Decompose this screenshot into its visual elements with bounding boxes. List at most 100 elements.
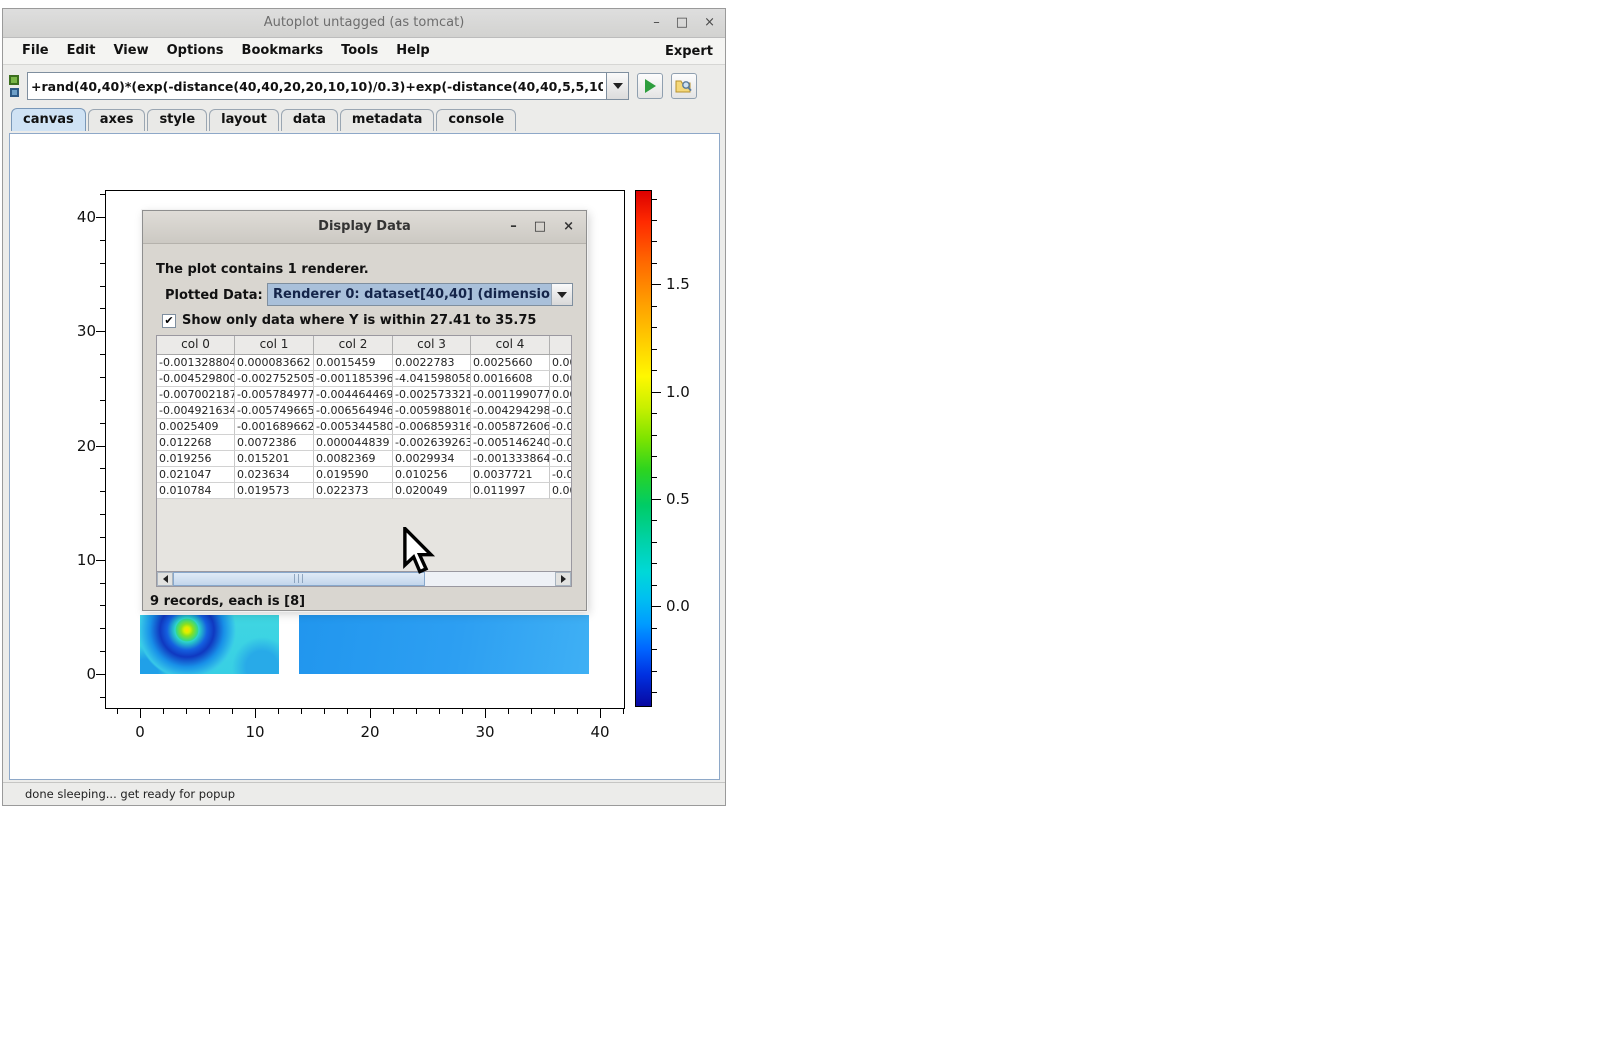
table-cell[interactable]: -0.0 (550, 467, 571, 483)
inspect-button[interactable] (671, 73, 697, 99)
y-filter-checkbox[interactable]: ✔ (162, 314, 176, 328)
colorbar-tick-label: 1.5 (666, 275, 690, 293)
table-cell[interactable]: -0.005784977... (235, 387, 314, 403)
dialog-close-icon[interactable]: × (563, 211, 574, 243)
table-cell[interactable]: 0.019573 (235, 483, 314, 499)
table-cell[interactable]: 0.021047 (157, 467, 235, 483)
table-cell[interactable]: 0.023634 (235, 467, 314, 483)
table-cell[interactable]: -0.007002187... (157, 387, 235, 403)
table-cell[interactable]: -0.004529800... (157, 371, 235, 387)
table-cell[interactable]: -0.0 (550, 403, 571, 419)
table-cell[interactable]: -0.0 (550, 419, 571, 435)
table-cell[interactable]: -0.002639263... (393, 435, 471, 451)
table-cell[interactable]: 0.020049 (393, 483, 471, 499)
uri-input[interactable] (27, 72, 607, 100)
tab-canvas[interactable]: canvas (11, 108, 86, 131)
table-cell[interactable]: -0.004294298... (471, 403, 550, 419)
table-cell[interactable]: 0.010256 (393, 467, 471, 483)
axis-tick (100, 605, 105, 606)
go-button[interactable] (637, 73, 663, 99)
menu-view[interactable]: View (104, 38, 157, 64)
scroll-left-button[interactable] (157, 572, 173, 586)
table-cell[interactable]: 0.0015459 (314, 355, 393, 371)
minimize-icon[interactable]: – (653, 9, 660, 37)
table-cell[interactable]: -0.001689662... (235, 419, 314, 435)
column-header[interactable] (550, 336, 571, 354)
table-cell[interactable]: 0.0022783 (393, 355, 471, 371)
tab-layout[interactable]: layout (209, 109, 279, 131)
table-cell[interactable]: 0.0037721 (471, 467, 550, 483)
table-cell[interactable]: -0.005872606... (471, 419, 550, 435)
status-bar: done sleeping... get ready for popup (3, 782, 725, 805)
table-cell[interactable]: -0.005749665... (235, 403, 314, 419)
table-cell[interactable]: 0.000044839 (314, 435, 393, 451)
menu-file[interactable]: File (13, 38, 58, 64)
table-cell[interactable]: 0.00 (550, 387, 571, 403)
window-titlebar[interactable]: Autoplot untagged (as tomcat) – □ × (3, 9, 725, 38)
table-cell[interactable]: -0.006859316... (393, 419, 471, 435)
table-cell[interactable]: -0.0 (550, 451, 571, 467)
menu-options[interactable]: Options (158, 38, 233, 64)
table-cell[interactable]: 0.019256 (157, 451, 235, 467)
expert-label[interactable]: Expert (665, 44, 713, 59)
scroll-right-button[interactable] (555, 572, 571, 586)
table-cell[interactable]: 0.00 (550, 371, 571, 387)
dialog-titlebar[interactable]: Display Data – □ × (143, 211, 586, 244)
table-cell[interactable]: -0.005146240... (471, 435, 550, 451)
column-header[interactable]: col 1 (235, 336, 314, 354)
uri-dropdown-button[interactable] (607, 72, 629, 100)
dialog-maximize-icon[interactable]: □ (534, 211, 546, 243)
table-cell[interactable]: 0.0029934 (393, 451, 471, 467)
table-cell[interactable]: 0.00 (550, 483, 571, 499)
table-cell[interactable]: -4.041598058... (393, 371, 471, 387)
table-cell[interactable]: -0.002573321... (393, 387, 471, 403)
plotted-data-dropdown-button[interactable] (551, 284, 572, 305)
column-header[interactable]: col 4 (471, 336, 550, 354)
table-cell[interactable]: 0.000083662 (235, 355, 314, 371)
table-cell[interactable]: 0.0025660 (471, 355, 550, 371)
table-cell[interactable]: 0.0072386 (235, 435, 314, 451)
column-header[interactable]: col 3 (393, 336, 471, 354)
table-cell[interactable]: -0.001333864... (471, 451, 550, 467)
tab-metadata[interactable]: metadata (340, 109, 434, 131)
table-cell[interactable]: 0.019590 (314, 467, 393, 483)
horizontal-scrollbar[interactable]: ||| (157, 571, 571, 586)
menu-bookmarks[interactable]: Bookmarks (233, 38, 333, 64)
table-cell[interactable]: 0.0025409 (157, 419, 235, 435)
table-cell[interactable]: 0.00 (550, 355, 571, 371)
tab-style[interactable]: style (147, 109, 207, 131)
table-cell[interactable]: 0.022373 (314, 483, 393, 499)
table-cell[interactable]: 0.011997 (471, 483, 550, 499)
table-cell[interactable]: -0.006564946... (314, 403, 393, 419)
column-header[interactable]: col 0 (157, 336, 235, 354)
table-cell[interactable]: -0.0 (550, 435, 571, 451)
scrollbar-track[interactable] (425, 572, 555, 586)
table-row: 0.0107840.0195730.0223730.0200490.011997… (157, 483, 571, 499)
menu-edit[interactable]: Edit (58, 38, 105, 64)
table-cell[interactable]: -0.004464469... (314, 387, 393, 403)
scrollbar-thumb[interactable]: ||| (173, 572, 425, 586)
table-cell[interactable]: 0.012268 (157, 435, 235, 451)
axis-tick (100, 537, 105, 538)
table-cell[interactable]: -0.004921634... (157, 403, 235, 419)
table-cell[interactable]: 0.015201 (235, 451, 314, 467)
table-cell[interactable]: -0.005344580... (314, 419, 393, 435)
table-cell[interactable]: 0.0082369 (314, 451, 393, 467)
maximize-icon[interactable]: □ (676, 9, 688, 37)
close-icon[interactable]: × (704, 9, 715, 37)
table-cell[interactable]: -0.002752505... (235, 371, 314, 387)
table-cell[interactable]: 0.0016608 (471, 371, 550, 387)
table-cell[interactable]: -0.005988016... (393, 403, 471, 419)
table-cell[interactable]: -0.001185396... (314, 371, 393, 387)
plotted-data-select[interactable]: Renderer 0: dataset[40,40] (dimension... (267, 283, 573, 306)
menu-tools[interactable]: Tools (332, 38, 387, 64)
table-cell[interactable]: -0.001199077... (471, 387, 550, 403)
table-cell[interactable]: -0.001328804... (157, 355, 235, 371)
tab-axes[interactable]: axes (88, 109, 146, 131)
dialog-minimize-icon[interactable]: – (510, 211, 517, 243)
column-header[interactable]: col 2 (314, 336, 393, 354)
tab-data[interactable]: data (281, 109, 338, 131)
tab-console[interactable]: console (436, 109, 516, 131)
table-cell[interactable]: 0.010784 (157, 483, 235, 499)
menu-help[interactable]: Help (387, 38, 438, 64)
